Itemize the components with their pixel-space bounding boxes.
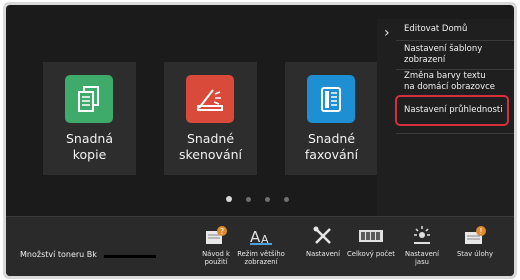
menu-divider bbox=[396, 40, 514, 41]
tile-easy-copy[interactable]: Snadná kopie bbox=[43, 62, 136, 175]
total-count-button[interactable]: Celkový počet bbox=[346, 223, 396, 258]
page-dot[interactable] bbox=[246, 196, 251, 202]
page-dot-active[interactable] bbox=[226, 196, 232, 202]
settings-tools-icon bbox=[298, 223, 348, 249]
page-dot[interactable] bbox=[284, 196, 289, 202]
bottom-bar-label: Celkový počet bbox=[347, 250, 395, 258]
job-status-button[interactable]: ! Stav úlohy bbox=[450, 223, 500, 258]
bottom-bar-label: Režim většího zobrazení bbox=[237, 250, 285, 266]
fax-icon bbox=[307, 75, 355, 123]
toner-level-bar bbox=[104, 255, 156, 258]
menu-divider bbox=[396, 69, 514, 70]
menu-item-template-settings[interactable]: Nastavení šablony zobrazení bbox=[404, 44, 482, 66]
menu-divider bbox=[396, 133, 514, 134]
svg-text:?: ? bbox=[220, 227, 224, 236]
scan-icon bbox=[186, 75, 234, 123]
page-dot[interactable] bbox=[265, 196, 270, 202]
chevron-right-icon[interactable]: › bbox=[384, 25, 390, 41]
large-text-icon: A A bbox=[236, 223, 286, 249]
copy-icon bbox=[65, 75, 113, 123]
job-status-icon: ! bbox=[450, 223, 500, 249]
bottom-bar-label: Návod k použití bbox=[202, 250, 230, 266]
tile-label: Snadné skenování bbox=[178, 131, 243, 162]
counter-icon bbox=[346, 223, 396, 249]
menu-item-transparency[interactable]: Nastavení průhlednosti bbox=[404, 105, 503, 116]
tile-easy-fax[interactable]: Snadné faxování bbox=[285, 62, 378, 175]
tile-label: Snadné faxování bbox=[304, 131, 359, 162]
operation-guide-button[interactable]: ? Návod k použití bbox=[191, 223, 241, 266]
bottom-bar-label: Nastavení bbox=[305, 250, 341, 258]
manual-icon: ? bbox=[191, 223, 241, 249]
bottom-bar-label: Stav úlohy bbox=[456, 250, 493, 258]
svg-text:!: ! bbox=[479, 227, 482, 236]
bottom-bar: Množství toneru Bk ? Návod k použití A A… bbox=[6, 216, 514, 276]
tile-easy-scan[interactable]: Snadné skenování bbox=[164, 62, 257, 175]
page-indicator[interactable] bbox=[226, 196, 289, 202]
tile-label: Snadná kopie bbox=[65, 131, 114, 162]
toner-label: Množství toneru Bk bbox=[20, 250, 97, 259]
brightness-button[interactable]: Nastavení jasu bbox=[397, 223, 447, 266]
brightness-icon bbox=[397, 223, 447, 249]
enlarge-display-button[interactable]: A A Režim většího zobrazení bbox=[236, 223, 286, 266]
menu-item-edit-home[interactable]: Editovat Domů bbox=[404, 24, 467, 35]
home-screen: Snadná kopie Snadné skenování Snadné fax… bbox=[6, 5, 514, 276]
settings-button[interactable]: Nastavení bbox=[298, 223, 348, 258]
device-frame: Snadná kopie Snadné skenování Snadné fax… bbox=[3, 2, 517, 279]
menu-item-text-color[interactable]: Změna barvy textu na domácí obrazovce bbox=[404, 71, 495, 93]
bottom-bar-label: Nastavení jasu bbox=[404, 250, 440, 266]
